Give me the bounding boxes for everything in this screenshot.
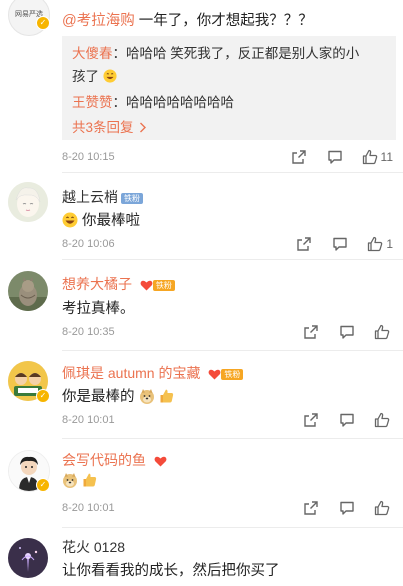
comment-time: 8-20 10:01 [62,414,115,426]
grin-emoji [103,69,117,83]
share-icon[interactable] [302,499,320,517]
like-count: 1 [386,237,393,251]
heart-badge-icon [208,369,221,380]
comment-item: ✓ 佩琪是 autumn 的宝藏 铁粉 你是最棒的 8-20 10:01 [0,351,403,439]
comment-text: 你最棒啦 [62,209,140,230]
comment-time: 8-20 10:01 [62,502,115,514]
comment-icon[interactable] [338,323,356,341]
avatar[interactable] [8,538,48,578]
doge-emoji [139,389,154,404]
like-button[interactable]: 11 [362,149,393,165]
comment-text-body: 一年了，你才想起我？？？ [134,13,313,29]
comment-author[interactable]: 佩琪是 autumn 的宝藏 铁粉 [62,363,244,383]
heart-badge-icon [140,280,153,291]
comment-author[interactable]: 花火 0128 [62,537,125,557]
comment-text-body: 你是最棒的 [62,389,135,405]
reply-item[interactable]: 王赞赞：哈哈哈哈哈哈哈哈 [72,91,234,111]
like-count: 11 [380,150,393,164]
like-icon [374,324,390,340]
comment-icon[interactable] [338,499,356,517]
fan-badge: 铁粉 [152,279,175,291]
share-icon[interactable] [295,235,313,253]
like-button[interactable] [374,412,393,428]
thumbs-up-emoji [83,473,97,487]
reply-text: ：哈哈哈哈哈哈哈哈 [112,95,235,110]
avatar[interactable] [8,182,48,222]
comment-item: 花火 0128 让你看看我的成长，然后把你买了 [0,528,403,586]
like-icon [368,236,383,252]
grin-emoji [62,212,78,228]
comment-actions [284,411,393,429]
reply-text: 孩了 [72,69,99,84]
comment-icon[interactable] [326,148,344,166]
verified-badge-icon: ✓ [36,16,50,30]
comment-actions [284,323,393,341]
comment-time: 8-20 10:15 [62,151,115,163]
reply-item-continued: 孩了 [72,65,117,85]
comment-item: 网易严选 ✓ @考拉海购 一年了，你才想起我？？？ 大傻春：哈哈哈 笑死我了，反… [0,0,403,173]
reply-author[interactable]: 大傻春 [72,46,113,61]
comment-author[interactable]: 想养大橘子 铁粉 [62,274,175,294]
like-button[interactable] [374,324,393,340]
comment-text: 让你看看我的成长，然后把你买了 [62,563,280,579]
reply-text: ：哈哈哈 笑死我了，反正都是别人家的小 [112,46,360,61]
avatar[interactable] [8,271,48,311]
share-icon[interactable] [290,148,308,166]
verified-badge-icon: ✓ [36,478,50,492]
comment-author[interactable]: 越上云梢 铁粉 [62,187,143,207]
comment-text: 考拉真棒。 [62,301,135,317]
share-icon[interactable] [302,323,320,341]
comment-actions: 1 [277,235,393,253]
comment-item: 想养大橘子 铁粉 考拉真棒。 8-20 10:35 [0,260,403,351]
more-replies-link[interactable]: 共3条回复 [72,116,147,136]
share-icon[interactable] [302,411,320,429]
reply-item[interactable]: 大傻春：哈哈哈 笑死我了，反正都是别人家的小 [72,42,359,62]
reply-box[interactable]: 大傻春：哈哈哈 笑死我了，反正都是别人家的小 孩了 王赞赞：哈哈哈哈哈哈哈哈 共… [62,36,396,140]
comment-text: 你是最棒的 [62,385,175,406]
like-icon [362,149,377,165]
comment-time: 8-20 10:06 [62,238,115,250]
verified-badge-icon: ✓ [36,389,50,403]
comment-text [62,472,98,489]
thumbs-up-emoji [160,389,173,403]
comment-text-body: 你最棒啦 [82,213,141,229]
like-button[interactable] [374,500,393,516]
chevron-right-icon [140,122,147,133]
comment-actions: 11 [272,148,393,166]
comment-item: 越上云梢 铁粉 你最棒啦 8-20 10:06 1 [0,173,403,260]
doge-emoji [63,473,77,488]
like-icon [374,412,390,428]
heart-badge-icon [154,456,167,467]
comment-icon[interactable] [338,411,356,429]
comment-text: @考拉海购 一年了，你才想起我？？？ [62,9,313,30]
reply-author[interactable]: 王赞赞 [72,95,113,110]
comment-item: ✓ 会写代码的鱼 8-20 10:01 [0,439,403,528]
like-button[interactable]: 1 [367,236,393,252]
comment-actions [284,499,393,517]
fan-badge: 铁粉 [221,368,244,380]
comment-time: 8-20 10:35 [62,326,115,338]
comment-author[interactable]: 会写代码的鱼 [62,450,167,470]
mention-link[interactable]: @考拉海购 [62,13,135,29]
comment-icon[interactable] [331,235,349,253]
fan-badge: 铁粉 [121,192,143,204]
like-icon [374,500,390,516]
